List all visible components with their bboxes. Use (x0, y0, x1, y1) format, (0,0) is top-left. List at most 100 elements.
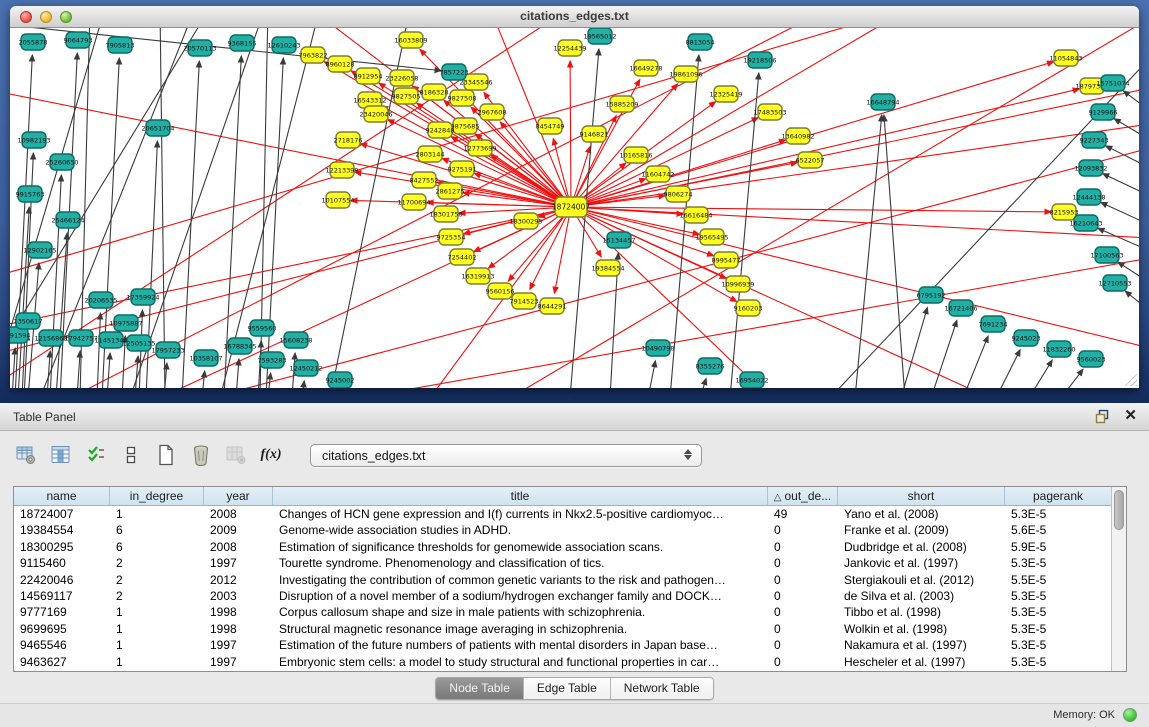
network-node[interactable]: 11604742 (641, 166, 674, 182)
network-node[interactable]: 11700694 (397, 194, 430, 210)
citation-edge-black[interactable] (1103, 174, 1139, 196)
network-node[interactable]: 12773699 (463, 140, 496, 156)
column-header-out_de[interactable]: △out_de... (768, 487, 838, 506)
table-row[interactable]: 1456911722003Disruption of a novel membe… (14, 588, 1111, 604)
network-node[interactable]: 18724007 (552, 197, 590, 217)
network-node[interactable]: 11054843 (1049, 50, 1082, 66)
network-node[interactable]: 20651704 (141, 120, 174, 136)
network-node[interactable]: 10358107 (189, 350, 222, 366)
network-node[interactable]: 8355276 (696, 358, 725, 374)
network-node[interactable]: 2803144 (416, 146, 445, 162)
table-settings-icon[interactable] (14, 443, 38, 467)
network-node[interactable]: 10107554 (321, 192, 354, 208)
citation-edge-black[interactable] (1029, 360, 1052, 388)
citation-edge-black[interactable] (963, 336, 988, 388)
column-header-year[interactable]: year (204, 487, 273, 506)
network-node[interactable]: 9129966 (1089, 104, 1118, 120)
network-node[interactable]: 15134457 (602, 232, 635, 248)
citation-edge-black[interactable] (97, 313, 100, 388)
citation-edge-black[interactable] (182, 61, 199, 388)
network-node[interactable]: 12710553 (1098, 275, 1131, 291)
network-node[interactable]: 9875685 (451, 118, 480, 134)
network-node[interactable]: 18300295 (509, 213, 542, 229)
citation-edge-black[interactable] (47, 351, 50, 388)
network-node[interactable]: 20206535 (84, 292, 117, 308)
network-node[interactable]: 16210643 (1069, 215, 1102, 231)
network-node[interactable]: 10490798 (641, 340, 674, 356)
network-node[interactable]: 8427552 (410, 172, 439, 188)
table-row[interactable]: 1938455462009Genome-wide association stu… (14, 522, 1111, 538)
network-node[interactable]: 19384554 (591, 260, 624, 276)
citation-edge-black[interactable] (884, 115, 905, 388)
citation-edge-black[interactable] (1106, 146, 1139, 168)
network-node[interactable]: 7963822 (299, 47, 328, 63)
tab-network-table[interactable]: Network Table (611, 678, 713, 699)
citation-edge-red[interactable] (571, 207, 1139, 348)
citation-edge-black[interactable] (648, 361, 655, 388)
new-table-icon[interactable] (154, 443, 178, 467)
float-panel-icon[interactable] (1095, 409, 1110, 424)
network-node[interactable]: 16616484 (679, 207, 712, 223)
network-node[interactable]: 10996939 (721, 276, 754, 292)
network-node[interactable]: 2718176 (334, 132, 363, 148)
network-node[interactable]: 9915763 (16, 186, 45, 202)
citation-edge-black[interactable] (12, 348, 15, 388)
network-node[interactable]: 7691234 (979, 316, 1008, 332)
citation-edge-red[interactable] (571, 28, 910, 207)
citation-edge-black[interactable] (1061, 369, 1083, 388)
network-node[interactable]: 9245023 (1012, 330, 1041, 346)
network-node[interactable]: 10982193 (17, 132, 50, 148)
citation-edge-red[interactable] (571, 89, 1079, 207)
network-node[interactable]: 15885209 (605, 96, 638, 112)
network-node[interactable]: 12325419 (709, 86, 742, 102)
network-node[interactable]: 8186328 (420, 84, 449, 100)
network-node[interactable]: 2055878 (19, 34, 48, 50)
network-node[interactable]: 17957233 (151, 342, 184, 358)
close-panel-icon[interactable]: ✕ (1124, 408, 1137, 424)
network-node[interactable]: 9827508 (448, 90, 477, 106)
citation-edge-black[interactable] (202, 371, 205, 388)
function-builder-icon[interactable]: f(x) (259, 443, 283, 467)
network-node[interactable]: 9368155 (228, 35, 257, 51)
table-row[interactable]: 1830029562008Estimation of significance … (14, 539, 1111, 555)
citation-edge-red[interactable] (571, 207, 737, 302)
network-node[interactable]: 7914523 (510, 293, 539, 309)
network-node[interactable]: 7254402 (448, 249, 477, 265)
network-node[interactable]: 8960128 (326, 56, 355, 72)
scrollbar-thumb[interactable] (1114, 490, 1124, 530)
citation-edge-black[interactable] (268, 373, 271, 388)
column-header-short[interactable]: short (838, 487, 1005, 506)
network-node[interactable]: 23226058 (385, 70, 418, 86)
network-node[interactable]: 19861096 (669, 66, 702, 82)
column-chooser-icon[interactable] (49, 443, 73, 467)
network-node[interactable]: 8454749 (536, 118, 565, 134)
citation-edge-black[interactable] (77, 351, 80, 388)
network-node[interactable]: 1350617 (14, 313, 43, 329)
network-node[interactable]: 8644291 (538, 298, 567, 314)
citation-edge-black[interactable] (1125, 291, 1139, 311)
network-node[interactable]: 7593283 (258, 352, 287, 368)
network-node[interactable]: 19565495 (695, 229, 728, 245)
citation-edge-black[interactable] (50, 175, 61, 388)
citation-edge-black[interactable] (1123, 91, 1139, 111)
window-titlebar[interactable]: citations_edges.txt (10, 6, 1139, 28)
network-node[interactable]: 9146821 (580, 126, 609, 142)
network-canvas[interactable]: 1872400779638228960128891295423226058165… (10, 28, 1139, 388)
network-node[interactable]: 9806274 (664, 186, 693, 202)
network-node[interactable]: 9245002 (326, 372, 355, 388)
table-row[interactable]: 977716911998Corpus callosum shape and si… (14, 604, 1111, 620)
network-node[interactable]: 12450212 (289, 360, 322, 376)
network-node[interactable]: 9559560 (248, 320, 277, 336)
table-row[interactable]: 2242004622012Investigating the contribut… (14, 572, 1111, 588)
network-node[interactable]: 9725354 (437, 229, 466, 245)
network-node[interactable]: 16319913 (461, 268, 494, 284)
network-node[interactable]: 9560023 (1077, 351, 1106, 367)
network-node[interactable]: 17483503 (753, 104, 786, 120)
citation-edge-red[interactable] (570, 61, 571, 207)
network-node[interactable]: 8995477 (712, 252, 741, 268)
network-node[interactable]: 9827505 (392, 88, 421, 104)
network-node[interactable]: 12444138 (1072, 189, 1105, 205)
splitter-handle-icon[interactable]: ▾ (572, 393, 577, 402)
network-node[interactable]: 13640982 (781, 128, 814, 144)
table-row[interactable]: 946362711997Embryonic stem cells: a mode… (14, 654, 1111, 670)
